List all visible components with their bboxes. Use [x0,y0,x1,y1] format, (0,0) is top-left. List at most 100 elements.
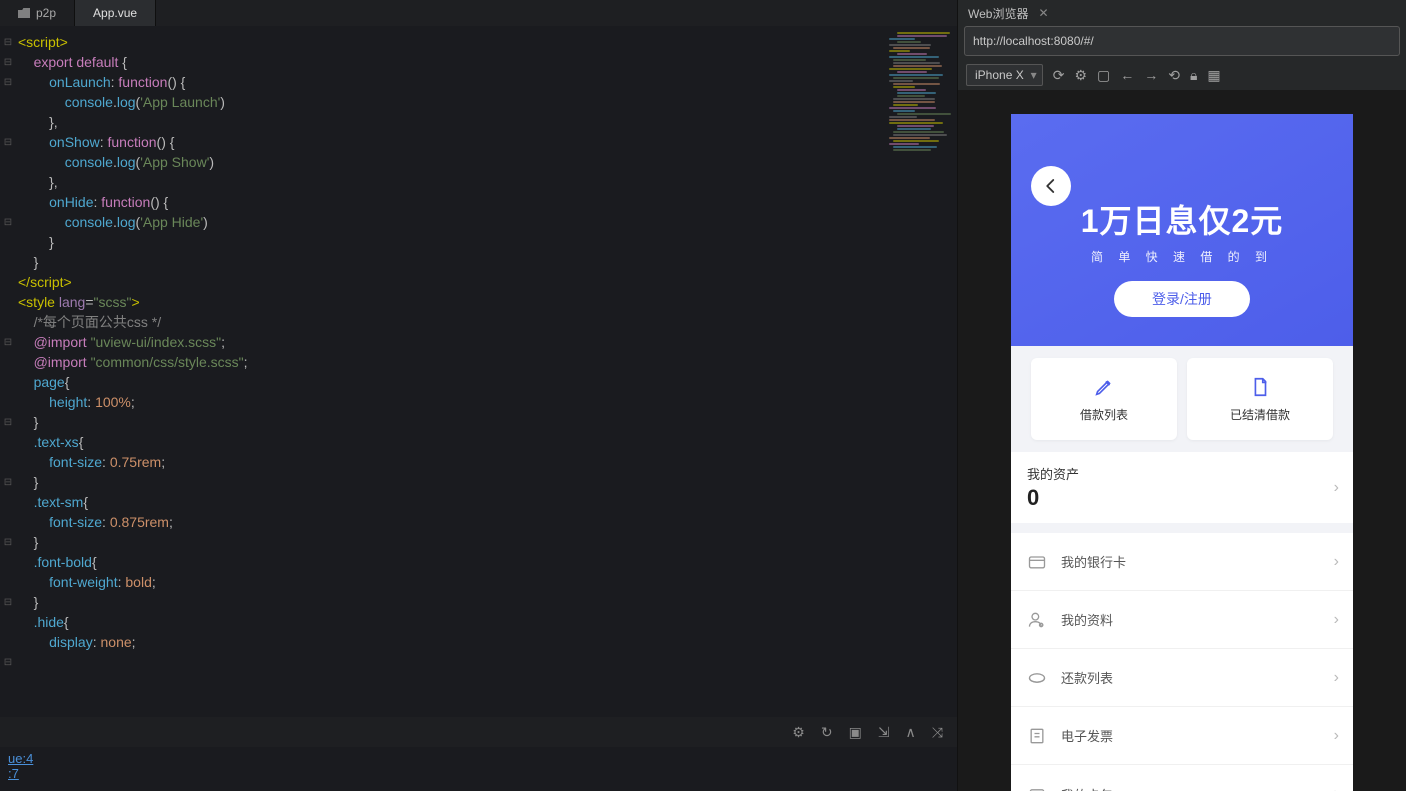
browser-tab-bar: Web浏览器 ✕ [958,0,1406,26]
folder-icon [18,8,30,18]
fold-marker[interactable]: ⊟ [0,332,16,352]
fold-marker[interactable] [0,612,16,632]
invoice-icon [1027,726,1047,746]
chevron-right-icon: › [1334,611,1339,629]
fold-marker[interactable] [0,92,16,112]
menu-list: 我的银行卡›我的资料›还款列表›电子发票›我的卡包› [1011,533,1353,791]
fold-marker[interactable] [0,512,16,532]
url-text: http://localhost:8080/#/ [973,34,1094,48]
card-cleared-loan[interactable]: 已结清借款 [1187,358,1333,440]
lock-icon[interactable]: 🔒︎ [1190,67,1197,84]
editor-tab[interactable]: App.vue [75,0,156,26]
login-register-button[interactable]: 登录/注册 [1114,281,1250,317]
reload-icon[interactable]: ⟲ [1168,67,1180,84]
fold-marker[interactable]: ⊟ [0,212,16,232]
status-line-1[interactable]: ue:4 [8,751,949,766]
status-line-2[interactable]: :7 [8,766,949,781]
fold-marker[interactable] [0,252,16,272]
close-icon[interactable]: ✕ [1038,6,1048,20]
fold-marker[interactable]: ⊟ [0,472,16,492]
menu-item[interactable]: 我的银行卡› [1011,533,1353,591]
fold-marker[interactable]: ⊟ [0,52,16,72]
stop-icon[interactable]: ▣ [849,724,862,741]
device-select-value: iPhone X [975,68,1024,82]
fold-marker[interactable]: ⊟ [0,132,16,152]
fold-marker[interactable] [0,312,16,332]
restart-icon[interactable]: ↻ [821,724,833,741]
fold-marker[interactable] [0,272,16,292]
phone-preview: 1万日息仅2元 简 单 快 速 借 的 到 登录/注册 借款列表 已结清借款 我… [1011,114,1353,791]
rotate-icon[interactable]: ⟳ [1053,67,1065,84]
fold-marker[interactable] [0,192,16,212]
fold-marker[interactable]: ⊟ [0,72,16,92]
fold-marker[interactable]: ⊟ [0,412,16,432]
capture-icon[interactable]: ▢ [1097,67,1110,84]
fold-marker[interactable]: ⊟ [0,652,16,672]
fold-marker[interactable] [0,432,16,452]
cards-row: 借款列表 已结清借款 [1011,346,1353,452]
fold-marker[interactable] [0,352,16,372]
asset-row[interactable]: 我的资产 0 › [1011,452,1353,523]
menu-item[interactable]: 还款列表› [1011,649,1353,707]
fold-marker[interactable] [0,232,16,252]
menu-label: 我的银行卡 [1061,552,1126,571]
hero-subtitle: 简 单 快 速 借 的 到 [1011,248,1353,265]
dev-toolbar: iPhone X ⟳ ⚙ ▢ ← → ⟲ 🔒︎ ▦ [958,60,1406,90]
card-loan-list[interactable]: 借款列表 [1031,358,1177,440]
fold-marker[interactable] [0,152,16,172]
back-icon[interactable]: ← [1120,67,1134,83]
tab-label: App.vue [93,6,137,20]
fold-marker[interactable] [0,492,16,512]
menu-label: 我的卡包 [1061,785,1113,791]
settings-icon[interactable]: ⚙ [1074,67,1087,84]
profile-icon [1027,610,1047,630]
card-label: 已结清借款 [1230,406,1290,423]
wallet-icon [1027,784,1047,791]
document-icon [1249,376,1271,398]
shuffle-icon[interactable]: ⤨ [932,724,943,741]
fold-marker[interactable] [0,672,16,692]
editor-tabs: p2p App.vue [0,0,957,26]
chevron-right-icon: › [1334,479,1339,497]
menu-item[interactable]: 电子发票 › [1011,707,1353,765]
fold-marker[interactable] [0,372,16,392]
chevron-right-icon: › [1334,727,1339,745]
code-area[interactable]: ⊟⊟⊟⊟⊟⊟⊟⊟⊟⊟⊟ <script> export default { on… [0,26,957,717]
back-button[interactable] [1031,166,1071,206]
menu-item[interactable]: 我的卡包 › [1011,765,1353,791]
card-icon [1027,552,1047,572]
fold-marker[interactable]: ⊟ [0,532,16,552]
browser-tab-label[interactable]: Web浏览器 [968,5,1028,22]
edit-icon [1093,376,1115,398]
asset-value: 0 [1027,485,1337,511]
menu-label: 电子发票 [1061,726,1113,745]
fold-marker[interactable] [0,452,16,472]
status-bar: ue:4 :7 [0,747,957,791]
menu-item[interactable]: 我的资料› [1011,591,1353,649]
fold-marker[interactable] [0,292,16,312]
device-select[interactable]: iPhone X [966,64,1043,86]
hero-section: 1万日息仅2元 简 单 快 速 借 的 到 登录/注册 [1011,114,1353,346]
chevron-right-icon: › [1334,785,1339,791]
grid-icon[interactable]: ▦ [1207,67,1220,84]
arrow-left-icon [1042,177,1060,195]
tab-label: p2p [36,6,56,20]
collapse-up-icon[interactable]: ∧ [906,724,916,741]
fold-marker[interactable]: ⊟ [0,32,16,52]
fold-marker[interactable]: ⊟ [0,592,16,612]
gear-icon[interactable]: ⚙ [792,724,805,741]
gutter: ⊟⊟⊟⊟⊟⊟⊟⊟⊟⊟⊟ [0,26,16,692]
fold-marker[interactable] [0,392,16,412]
menu-label: 还款列表 [1061,668,1113,687]
minimap[interactable] [889,32,949,172]
fold-marker[interactable] [0,172,16,192]
code-content[interactable]: <script> export default { onLaunch: func… [0,26,957,652]
export-icon[interactable]: ⇲ [878,724,890,741]
forward-icon[interactable]: → [1144,67,1158,83]
fold-marker[interactable] [0,112,16,132]
fold-marker[interactable] [0,632,16,652]
editor-tab[interactable]: p2p [0,0,75,26]
url-input[interactable]: http://localhost:8080/#/ [964,26,1400,56]
fold-marker[interactable] [0,572,16,592]
fold-marker[interactable] [0,552,16,572]
